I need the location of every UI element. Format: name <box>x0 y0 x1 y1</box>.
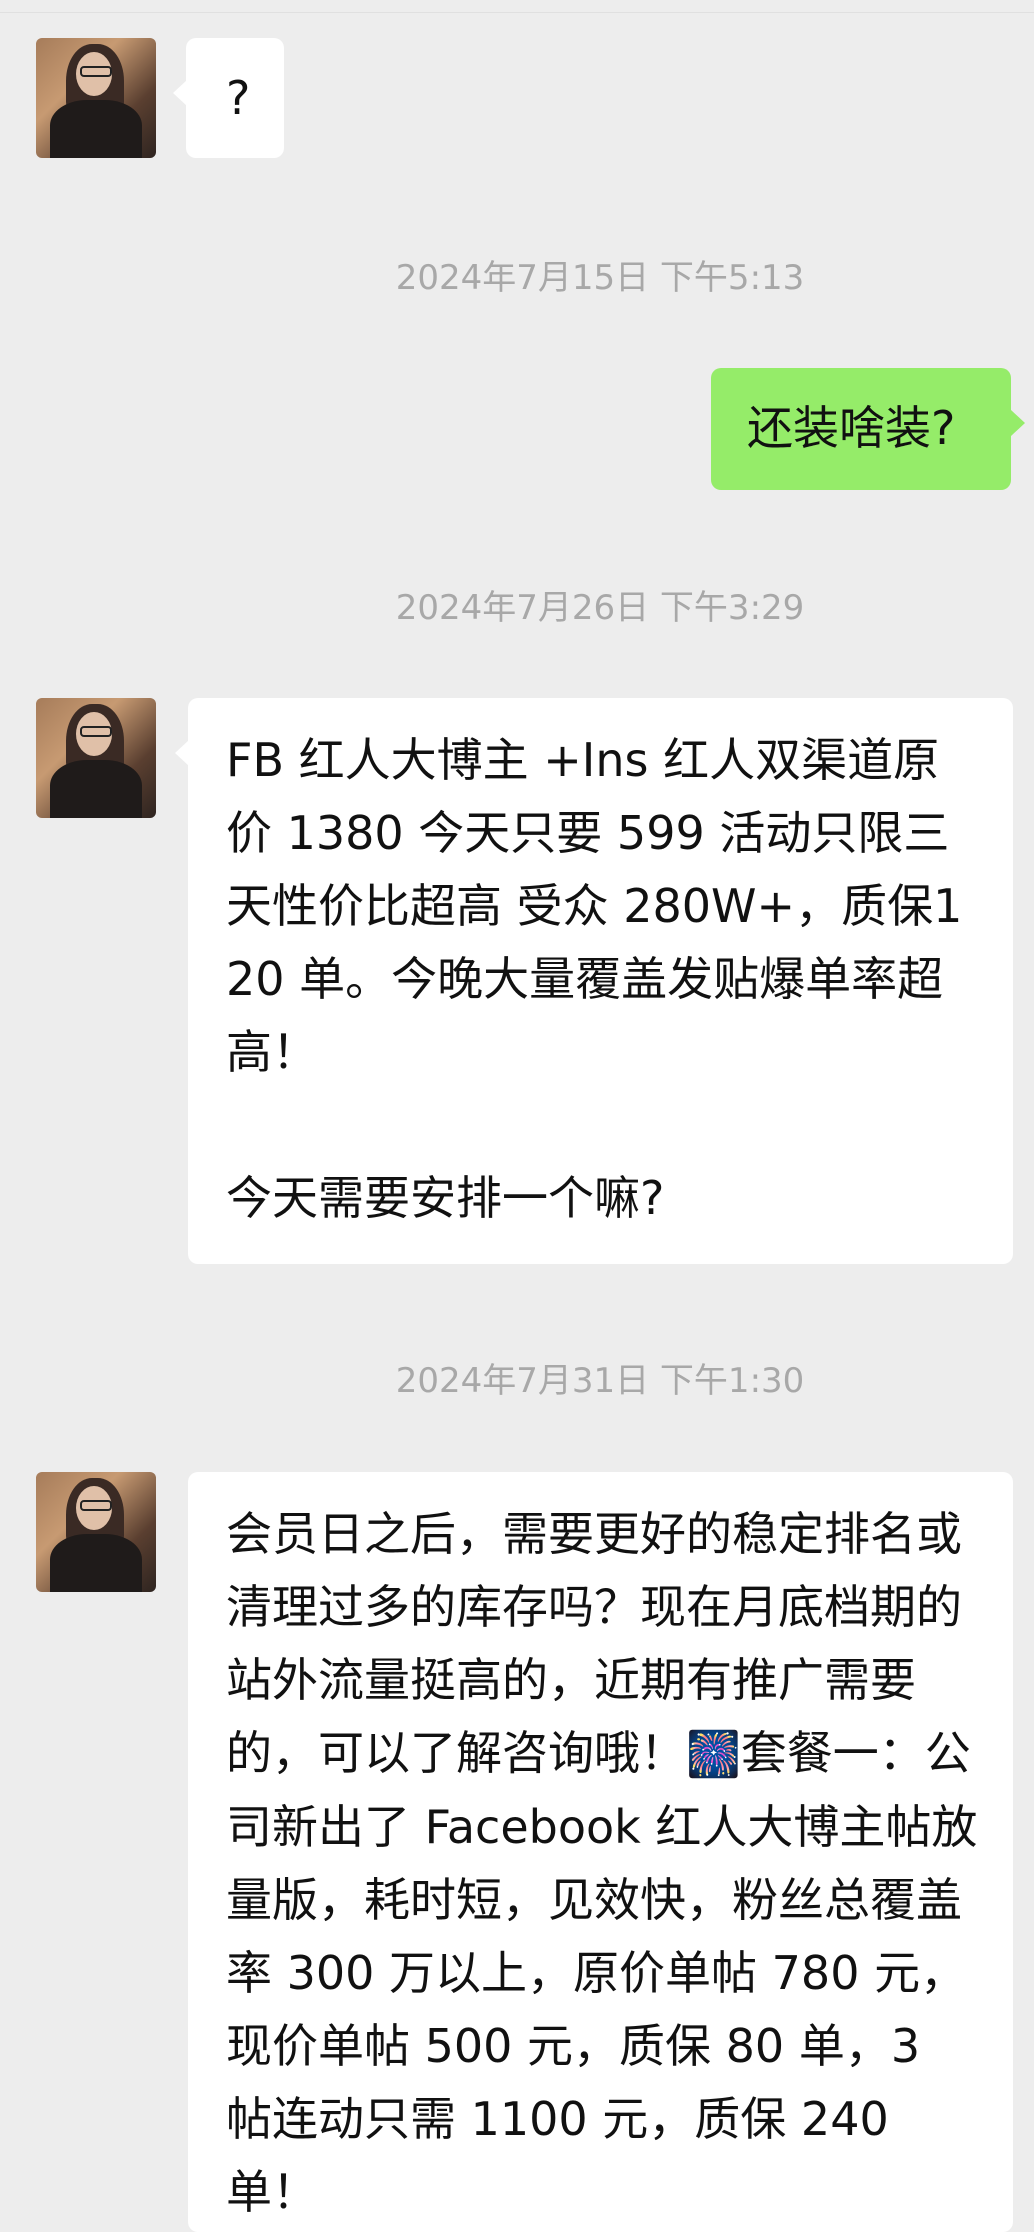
message-text: 还装啥装? <box>747 401 956 455</box>
top-divider <box>0 12 1034 13</box>
timestamp: 2024年7月15日 下午5:13 <box>395 258 805 298</box>
timestamp: 2024年7月31日 下午1:30 <box>395 1361 805 1401</box>
message-text-part: 套餐一：公司新出了 Facebook 红人大博主帖放量版，耗时短，见效快，粉丝总… <box>226 1726 978 2219</box>
timestamp: 2024年7月26日 下午3:29 <box>395 588 805 628</box>
message-text: FB 红人大博主 +Ins 红人双渠道原价 1380 今天只要 599 活动只限… <box>226 733 963 1225</box>
message-bubble-incoming[interactable]: FB 红人大博主 +Ins 红人双渠道原价 1380 今天只要 599 活动只限… <box>175 698 1013 1264</box>
contact-avatar[interactable] <box>36 38 156 158</box>
contact-avatar[interactable] <box>36 698 156 818</box>
message-text: ? <box>226 71 251 125</box>
message-bubble-incoming[interactable]: ? <box>173 38 284 158</box>
contact-avatar[interactable] <box>36 1472 156 1592</box>
message-text: 会员日之后，需要更好的稳定排名或清理过多的库存吗？现在月底档期的站外流量挺高的，… <box>226 1498 979 2229</box>
message-bubble-incoming[interactable]: 会员日之后，需要更好的稳定排名或清理过多的库存吗？现在月底档期的站外流量挺高的，… <box>188 1472 1013 2232</box>
fireworks-icon: 🎆 <box>686 1729 741 1780</box>
message-bubble-outgoing[interactable]: 还装啥装? <box>711 368 1025 490</box>
